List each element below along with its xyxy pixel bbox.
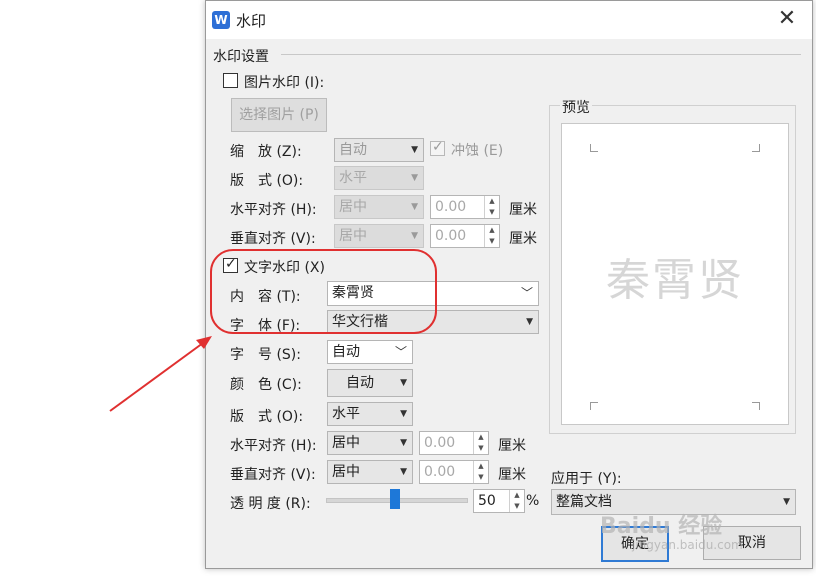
apply-to-label: 应用于 (Y):: [551, 471, 622, 487]
margin-corner-mark: [590, 144, 598, 152]
margin-corner-mark: [590, 402, 598, 410]
margin-corner-mark: [752, 402, 760, 410]
size-combo[interactable]: 自动 ﹀: [327, 340, 413, 364]
chevron-down-icon: ▼: [783, 497, 790, 507]
washout-label: 冲蚀 (E): [451, 143, 504, 159]
text-halign-offset[interactable]: 0.00 ▲ ▼: [419, 431, 489, 455]
picture-halign-offset-value: 0.00: [435, 199, 467, 215]
chevron-down-icon: ▼: [400, 409, 407, 419]
spinner-arrows-icon[interactable]: ▲ ▼: [509, 490, 524, 512]
chevron-down-icon: ﹀: [520, 286, 533, 300]
watermark-dialog: W 水印 ✕ 水印设置 图片水印 (I): 选择图片 (P) 缩 放 (Z): …: [205, 0, 813, 569]
text-halign-combo[interactable]: 居中 ▼: [327, 431, 413, 455]
chevron-down-icon: ▼: [411, 145, 418, 155]
title-bar: W 水印 ✕: [206, 1, 812, 39]
spinner-arrows-icon[interactable]: ▲ ▼: [473, 461, 488, 483]
transparency-label: 透 明 度 (R):: [230, 496, 311, 512]
group-divider: [281, 54, 801, 55]
text-halign-unit: 厘米: [498, 438, 526, 454]
scale-value: 自动: [339, 142, 367, 158]
chevron-down-icon: ▼: [400, 378, 407, 388]
baidu-watermark-url: jingyan.baidu.com: [632, 538, 743, 552]
transparency-value: 50: [478, 493, 496, 509]
text-valign-offset-value: 0.00: [424, 464, 456, 480]
transparency-slider-thumb[interactable]: [390, 489, 400, 509]
text-halign-label: 水平对齐 (H):: [230, 438, 317, 454]
size-value: 自动: [332, 344, 360, 360]
text-layout-value: 水平: [332, 406, 360, 422]
chevron-down-icon: ▼: [526, 317, 533, 327]
chevron-down-icon: ▼: [411, 173, 418, 183]
picture-halign-offset[interactable]: 0.00 ▲ ▼: [430, 195, 500, 219]
text-valign-offset[interactable]: 0.00 ▲ ▼: [419, 460, 489, 484]
pointer-arrow: [109, 342, 204, 412]
content-value: 秦霄贤: [332, 285, 374, 301]
select-picture-button[interactable]: 选择图片 (P): [231, 98, 327, 132]
scale-label: 缩 放 (Z):: [230, 144, 302, 160]
font-label: 字 体 (F):: [230, 318, 301, 334]
spinner-arrows-icon[interactable]: ▲ ▼: [473, 432, 488, 454]
text-watermark-label: 文字水印 (X): [244, 260, 325, 276]
chevron-down-icon: ﹀: [394, 345, 407, 359]
text-halign-value: 居中: [332, 435, 360, 451]
transparency-spinner[interactable]: 50 ▲ ▼: [473, 489, 525, 513]
picture-watermark-checkbox[interactable]: [223, 73, 238, 88]
chevron-down-icon: ▼: [400, 467, 407, 477]
text-valign-label: 垂直对齐 (V):: [230, 467, 316, 483]
washout-checkbox[interactable]: ✓: [430, 139, 445, 156]
checkmark-icon: ✓: [225, 256, 237, 272]
font-value: 华文行楷: [332, 314, 388, 330]
chevron-down-icon: ▼: [400, 438, 407, 448]
font-combo[interactable]: 华文行楷 ▼: [327, 310, 539, 334]
picture-halign-combo[interactable]: 居中 ▼: [334, 195, 424, 219]
dialog-title: 水印: [236, 12, 267, 30]
text-watermark-checkbox[interactable]: ✓: [223, 256, 238, 273]
checkmark-icon: ✓: [432, 139, 444, 155]
spinner-arrows-icon[interactable]: ▲ ▼: [484, 196, 499, 218]
text-layout-label: 版 式 (O):: [230, 409, 304, 425]
color-value: 自动: [346, 375, 374, 391]
percent-sign: %: [526, 493, 540, 509]
content-label: 内 容 (T):: [230, 289, 301, 305]
picture-layout-combo[interactable]: 水平 ▼: [334, 166, 424, 190]
spinner-arrows-icon[interactable]: ▲ ▼: [484, 225, 499, 247]
picture-halign-value: 居中: [339, 199, 367, 215]
picture-layout-value: 水平: [339, 170, 367, 186]
baidu-watermark: Baidu 经验: [600, 514, 723, 539]
color-combo[interactable]: 自动 ▼: [327, 369, 413, 397]
text-valign-value: 居中: [332, 464, 360, 480]
margin-corner-mark: [752, 144, 760, 152]
picture-valign-combo[interactable]: 居中 ▼: [334, 224, 424, 248]
preview-watermark-text: 秦霄贤: [606, 255, 744, 306]
picture-halign-label: 水平对齐 (H):: [230, 202, 317, 218]
text-valign-unit: 厘米: [498, 467, 526, 483]
content-combo[interactable]: 秦霄贤 ﹀: [327, 281, 539, 306]
group-title: 水印设置: [213, 49, 269, 65]
picture-valign-value: 居中: [339, 228, 367, 244]
picture-valign-offset-value: 0.00: [435, 228, 467, 244]
scale-combo[interactable]: 自动 ▼: [334, 138, 424, 162]
picture-watermark-label: 图片水印 (I):: [244, 75, 325, 91]
size-label: 字 号 (S):: [230, 347, 301, 363]
preview-page: 秦霄贤: [561, 123, 789, 425]
picture-valign-offset[interactable]: 0.00 ▲ ▼: [430, 224, 500, 248]
close-button[interactable]: ✕: [772, 7, 802, 33]
text-valign-combo[interactable]: 居中 ▼: [327, 460, 413, 484]
picture-valign-label: 垂直对齐 (V):: [230, 231, 316, 247]
text-halign-offset-value: 0.00: [424, 435, 456, 451]
chevron-down-icon: ▼: [411, 202, 418, 212]
chevron-down-icon: ▼: [411, 231, 418, 241]
picture-halign-unit: 厘米: [509, 202, 537, 218]
picture-layout-label: 版 式 (O):: [230, 173, 304, 189]
color-label: 颜 色 (C):: [230, 377, 302, 393]
picture-valign-unit: 厘米: [509, 231, 537, 247]
wps-app-icon: W: [212, 11, 230, 29]
preview-label: 预览: [560, 97, 592, 117]
text-layout-combo[interactable]: 水平 ▼: [327, 402, 413, 426]
